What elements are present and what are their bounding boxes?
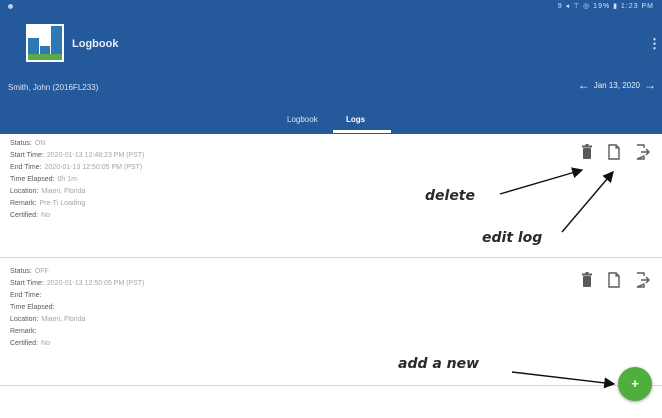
log-card: Status: ON Start Time: 2020-01-13 12:48:23… — [0, 134, 662, 258]
location-row: Location: Miami, Florida — [10, 316, 86, 323]
tab-strip: Logbook Logs — [0, 108, 662, 134]
end-time-row: End Time: 2020-01-13 12:50:05 PM (PST) — [10, 164, 143, 171]
annotation-add-new: add a new — [398, 356, 480, 372]
end-time-row: End Time: — [10, 292, 42, 299]
log-actions — [578, 144, 654, 162]
more-vert-icon[interactable]: ⋮ — [648, 36, 661, 52]
remark-value: Pre-Ti Loading — [39, 200, 86, 207]
status-icons: 9 ◂ ⊤ ◎ 19% ▮ 1:23 PM — [557, 3, 654, 10]
certified-value: No — [41, 340, 50, 347]
start-time-row: Start Time: 2020-01-13 12:48:23 PM (PST) — [10, 152, 145, 159]
delete-icon[interactable] — [580, 272, 594, 288]
status-bar: 9 ◂ ⊤ ◎ 19% ▮ 1:23 PM — [0, 0, 662, 14]
arrow-right-icon[interactable]: → — [644, 78, 656, 92]
certified-value: No — [41, 212, 50, 219]
add-log-fab[interactable]: + — [618, 367, 652, 401]
time-elapsed-row: Time Elapsed: 0h 1m — [10, 176, 77, 183]
delete-icon[interactable] — [580, 144, 594, 160]
log-card: Status: OFF Start Time: 2020-01-13 12:50:0… — [0, 262, 662, 386]
date-navigator: ← Jan 13, 2020 → — [578, 78, 656, 92]
status-value: ON — [34, 140, 46, 147]
certified-row: Certified: No — [10, 212, 50, 219]
status-row: Status: OFF — [10, 268, 49, 275]
start-time-value: 2020-01-13 12:50:05 PM (PST) — [46, 280, 145, 287]
start-time-value: 2020-01-13 12:48:23 PM (PST) — [46, 152, 145, 159]
app-header: 9 ◂ ⊤ ◎ 19% ▮ 1:23 PM Logbook ⋮ Smith, J… — [0, 0, 662, 134]
status-row: Status: ON — [10, 140, 46, 147]
arrow-left-icon[interactable]: ← — [578, 78, 590, 92]
app-logo — [26, 24, 64, 62]
location-value: Miami, Florida — [41, 188, 86, 195]
export-icon[interactable] — [636, 144, 650, 160]
selected-tab-indicator — [333, 130, 391, 133]
time-elapsed-row: Time Elapsed: — [10, 304, 55, 311]
notification-dot-icon — [8, 4, 13, 9]
certified-row: Certified: No — [10, 340, 50, 347]
remark-row: Remark: — [10, 328, 37, 335]
edit-log-icon[interactable] — [607, 272, 621, 288]
remark-row: Remark: Pre-Ti Loading — [10, 200, 86, 207]
log-actions — [578, 272, 654, 290]
status-value: OFF — [34, 268, 49, 275]
edit-log-icon[interactable] — [607, 144, 621, 160]
tab-logbook[interactable]: Logbook — [287, 115, 318, 124]
location-value: Miami, Florida — [41, 316, 86, 323]
tab-logs[interactable]: Logs — [346, 115, 365, 124]
end-time-value: 2020-01-13 12:50:05 PM (PST) — [44, 164, 143, 171]
driver-name: Smith, John (2016FL233) — [8, 83, 99, 92]
app-title: Logbook — [72, 38, 119, 50]
export-icon[interactable] — [636, 272, 650, 288]
time-elapsed-value: 0h 1m — [57, 176, 77, 183]
location-row: Location: Miami, Florida — [10, 188, 86, 195]
annotation-edit-log: edit log — [482, 230, 543, 246]
annotation-delete: delete — [425, 188, 475, 204]
start-time-row: Start Time: 2020-01-13 12:50:05 PM (PST) — [10, 280, 145, 287]
current-date: Jan 13, 2020 — [593, 80, 640, 90]
